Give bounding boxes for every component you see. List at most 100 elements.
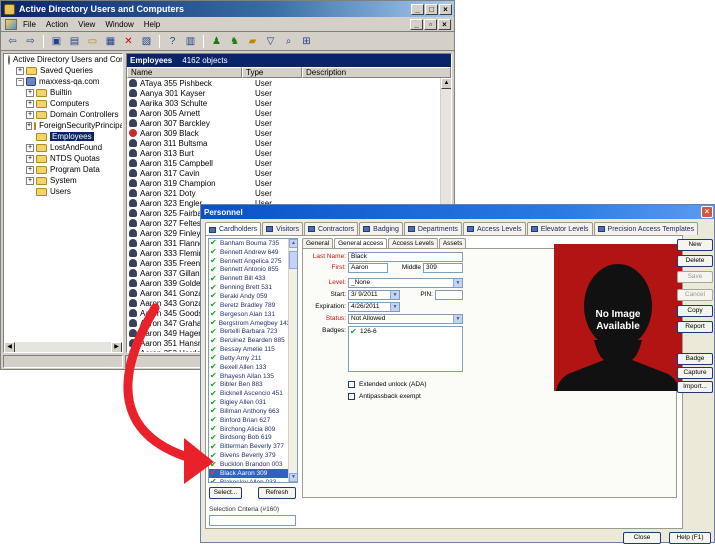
list-item[interactable]: ✔ Bhayesh Allan 135 xyxy=(209,372,288,381)
cardholder-scrollbar[interactable]: ▲ ▼ xyxy=(288,239,297,482)
first-name-field[interactable]: Aaron xyxy=(348,263,388,273)
capture-button[interactable]: Capture xyxy=(677,367,713,379)
chevron-down-icon[interactable]: ▼ xyxy=(453,279,462,287)
start-date-field[interactable]: 3/ 9/2011 ▼ xyxy=(348,290,400,300)
filter-icon[interactable]: ▽ xyxy=(263,34,278,48)
refresh-icon[interactable]: ▥ xyxy=(183,34,198,48)
list-item[interactable]: ✔ Bergeson Alan 131 xyxy=(209,310,288,319)
scroll-down-icon[interactable]: ▼ xyxy=(289,473,297,482)
chevron-down-icon[interactable]: ▼ xyxy=(453,315,462,323)
table-row[interactable]: Aaron 319 Champion User xyxy=(127,178,440,188)
tree-item[interactable]: + System xyxy=(4,175,122,186)
list-item[interactable]: ✔ Bivens Beverly 379 xyxy=(209,451,288,460)
minimize-button[interactable]: _ xyxy=(411,3,424,15)
tree-horizontal-scrollbar[interactable]: ◀ ▶ xyxy=(4,341,122,352)
tree-item[interactable]: − maxxess-qa.com xyxy=(4,76,122,87)
back-icon[interactable]: ⇦ xyxy=(5,34,20,48)
expand-icon[interactable]: + xyxy=(26,165,34,174)
list-item[interactable]: ✔ Bergstrom Amegbey 143 xyxy=(209,319,288,328)
properties-icon[interactable]: ▦ xyxy=(103,34,118,48)
list-item[interactable]: ✔ Bennett Bill 433 xyxy=(209,274,288,283)
table-row[interactable]: Aaron 313 Burt User xyxy=(127,148,440,158)
subtab-general[interactable]: General xyxy=(302,238,334,248)
refresh-button[interactable]: Refresh xyxy=(258,487,296,499)
add-to-group-icon[interactable]: ⊞ xyxy=(299,34,314,48)
menu-view[interactable]: View xyxy=(78,20,95,29)
list-item[interactable]: ✔Blakesley Allen 033 xyxy=(209,478,288,482)
menu-help[interactable]: Help xyxy=(144,20,160,29)
list-item[interactable]: ✔ Bessay Amelie 115 xyxy=(209,345,288,354)
tab-access-levels[interactable]: Access Levels xyxy=(462,222,526,235)
list-item[interactable]: ✔ Binford Brian 627 xyxy=(209,416,288,425)
export-icon[interactable]: ▧ xyxy=(139,34,154,48)
scroll-right-icon[interactable]: ▶ xyxy=(111,342,122,352)
badge-item[interactable]: ✔ 126-6 xyxy=(349,327,462,336)
tree-item[interactable]: + NTDS Quotas xyxy=(4,153,122,164)
cardholder-photo[interactable]: No Image Available xyxy=(554,244,682,391)
tab-departments[interactable]: Departments xyxy=(403,222,462,235)
new-group-icon[interactable]: ♞ xyxy=(227,34,242,48)
scroll-up-icon[interactable]: ▲ xyxy=(289,239,297,248)
column-description[interactable]: Description xyxy=(302,67,451,78)
list-item[interactable]: ✔ Bigley Allen 031 xyxy=(209,398,288,407)
tab-contractors[interactable]: Contractors xyxy=(303,222,359,235)
table-row[interactable]: Aaron 321 Doty User xyxy=(127,188,440,198)
list-item[interactable]: ✔ Buckton Brandon 003 xyxy=(209,460,288,469)
pin-field[interactable] xyxy=(435,290,463,300)
help-button[interactable]: Help (F1) xyxy=(669,532,711,544)
column-type[interactable]: Type xyxy=(242,67,302,78)
last-name-field[interactable]: Black xyxy=(348,252,463,262)
select-button[interactable]: Select... xyxy=(209,487,242,499)
antipassback-checkbox[interactable]: Antipassback exempt xyxy=(348,393,421,400)
table-row[interactable]: Aaron 317 Cavin User xyxy=(127,168,440,178)
tree-item[interactable]: Active Directory Users and Computer xyxy=(4,54,122,65)
list-item[interactable]: ✔ Billman Anthony 663 xyxy=(209,407,288,416)
child-minimize-button[interactable]: _ xyxy=(410,18,423,30)
list-item[interactable]: ✔ Betty Amy 211 xyxy=(209,354,288,363)
tree-item[interactable]: Users xyxy=(4,186,122,197)
tree-item[interactable]: + Builtin xyxy=(4,87,122,98)
expand-icon[interactable]: + xyxy=(26,110,34,119)
expand-icon[interactable]: + xyxy=(26,176,34,185)
list-item[interactable]: ✔ Birchong Alicia 809 xyxy=(209,425,288,434)
mmc-console-icon[interactable] xyxy=(5,18,17,30)
list-item[interactable]: ✔ Beraki Andy 059 xyxy=(209,292,288,301)
personnel-close-icon[interactable]: × xyxy=(701,206,713,218)
tree-item[interactable]: + Computers xyxy=(4,98,122,109)
tab-badging[interactable]: Badging xyxy=(359,222,403,235)
list-item[interactable]: ✔ Beruinez Bearden 885 xyxy=(209,336,288,345)
delete-button[interactable]: Delete xyxy=(677,255,713,267)
list-item[interactable]: ✔ Black Aaron 309 xyxy=(209,469,288,478)
list-item[interactable]: ✔ Bicknell Ascencio 451 xyxy=(209,389,288,398)
table-row[interactable]: ATaya 355 Pishbeck User xyxy=(127,78,440,88)
tree-item[interactable]: + Domain Controllers xyxy=(4,109,122,120)
report-button[interactable]: Report xyxy=(677,321,713,333)
tree-item[interactable]: Employees xyxy=(4,131,122,142)
folder-icon[interactable]: ▭ xyxy=(85,34,100,48)
close-button[interactable]: × xyxy=(439,3,452,15)
list-item[interactable]: ✔ Bennett Angelica 275 xyxy=(209,257,288,266)
table-row[interactable]: Aaron 309 Black User xyxy=(127,128,440,138)
expand-icon[interactable]: + xyxy=(26,143,34,152)
list-item[interactable]: ✔ Banham Bouma 735 xyxy=(209,239,288,248)
list-item[interactable]: ✔ Bennett Antonio 855 xyxy=(209,265,288,275)
tree-item[interactable]: + ForeignSecurityPrincipals xyxy=(4,120,122,131)
tab-cardholders[interactable]: Cardholders xyxy=(205,222,262,236)
expiration-date-field[interactable]: 4/26/2011 ▼ xyxy=(348,302,400,312)
list-item[interactable]: ✔ Benning Brett 531 xyxy=(209,283,288,292)
scroll-up-icon[interactable]: ▲ xyxy=(441,78,451,89)
list-item[interactable]: ✔ Birdsong Bob 619 xyxy=(209,433,288,443)
save-button[interactable]: Save xyxy=(677,271,713,283)
up-icon[interactable]: ▣ xyxy=(49,34,64,48)
checkbox-box[interactable] xyxy=(348,393,355,400)
close-dialog-button[interactable]: Close xyxy=(623,532,661,544)
badges-list[interactable]: ✔ 126-6 xyxy=(348,326,463,372)
cardholder-list[interactable]: ✔ Banham Bouma 735 ✔ Bennett Andrew 649 ✔ Ben… xyxy=(208,238,298,483)
new-user-icon[interactable]: ♟ xyxy=(209,34,224,48)
menu-action[interactable]: Action xyxy=(46,20,68,29)
status-combo[interactable]: Not Allowed ▼ xyxy=(348,314,463,324)
table-row[interactable]: Aanya 301 Kayser User xyxy=(127,88,440,98)
menu-file[interactable]: File xyxy=(23,20,36,29)
subtab-assets[interactable]: Assets xyxy=(438,238,467,248)
console-icon[interactable]: ▤ xyxy=(67,34,82,48)
